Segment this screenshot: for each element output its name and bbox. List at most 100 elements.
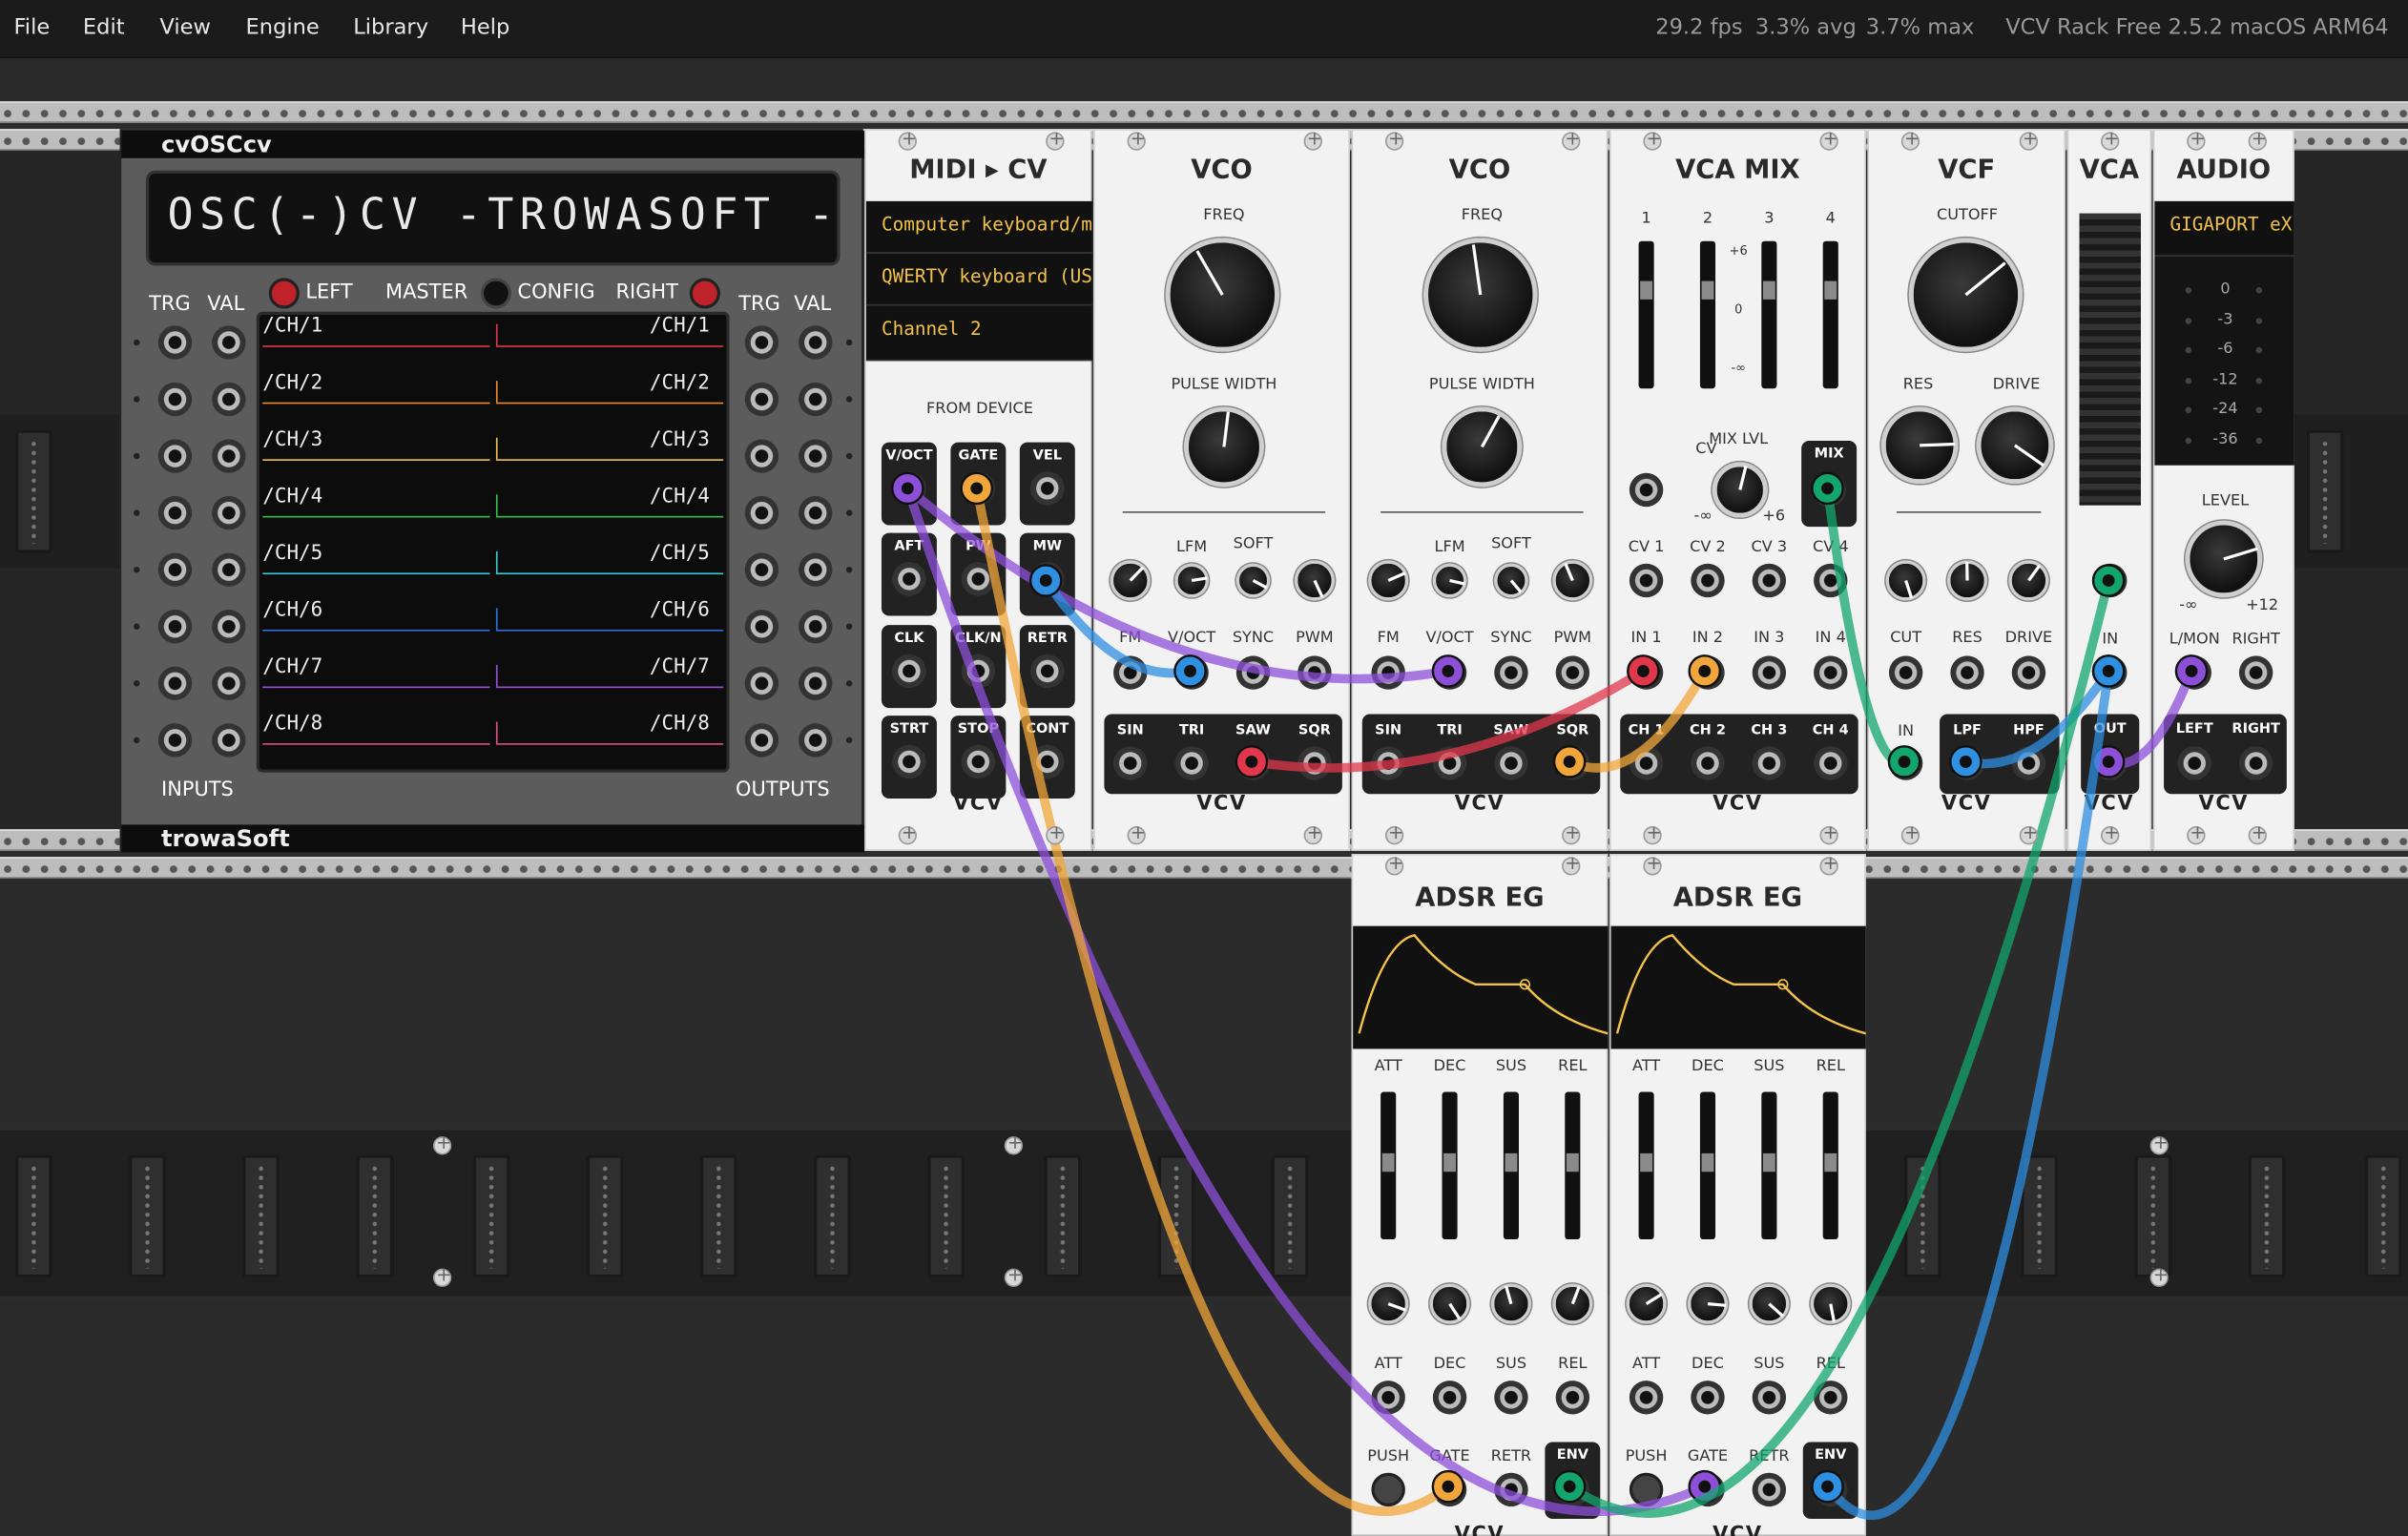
midi-device-select[interactable]: QWERTY keyboard (US (865, 253, 1092, 306)
module-vcf[interactable]: VCF CUTOFF RES DRIVE CUT RES DRIVE IN LPF HPF… (1867, 129, 2066, 851)
adsr2-gate-jack[interactable] (1691, 1472, 1725, 1507)
vcf-in-jack[interactable] (1888, 746, 1923, 780)
midi-vel-jack[interactable] (1030, 471, 1065, 506)
adsr2-sus-cv-jack[interactable] (1752, 1380, 1787, 1415)
vcamix-mix-jack[interactable] (1812, 472, 1846, 508)
vcamix-in-4-jack[interactable] (1814, 655, 1848, 690)
osc-val-input-jack[interactable] (212, 552, 246, 587)
vco1-saw-jack[interactable] (1235, 746, 1271, 780)
osc-right-channel-label[interactable]: /CH/7 (650, 655, 710, 678)
osc-right-channel-label[interactable]: /CH/5 (650, 542, 710, 565)
vcf-drive-knob[interactable] (1976, 406, 2054, 485)
osc-right-channel-label[interactable]: /CH/4 (650, 486, 710, 509)
osc-val-output-jack[interactable] (799, 382, 833, 417)
adsr1-dec-slider[interactable] (1442, 1091, 1458, 1240)
vco2-sync-jack[interactable] (1494, 655, 1528, 690)
module-vca[interactable]: VCA IN OUT VCV (2066, 129, 2152, 851)
adsr2-retr-jack[interactable] (1752, 1472, 1787, 1507)
module-vca-mix[interactable]: VCA MIX CV MIX LVL -∞ +6 MIX 1 2 3 4 +6 0 -∞ CV… (1609, 129, 1866, 851)
menu-engine[interactable]: Engine (246, 15, 320, 40)
vcf-res-cv-jack[interactable] (1950, 655, 1984, 690)
adsr1-dec-attenuator-knob[interactable] (1429, 1283, 1470, 1324)
vcf-drive-cv-jack[interactable] (2011, 655, 2046, 690)
osc-left-channel-label[interactable]: /CH/6 (262, 599, 322, 622)
vco2-freq-knob[interactable] (1423, 238, 1538, 352)
osc-val-output-jack[interactable] (799, 723, 833, 758)
audio-level-knob[interactable] (2185, 520, 2263, 598)
adsr1-dec-cv-jack[interactable] (1432, 1380, 1467, 1415)
menu-help[interactable]: Help (461, 15, 509, 40)
adsr1-rel-attenuator-knob[interactable] (1552, 1283, 1593, 1324)
osc-val-output-jack[interactable] (799, 439, 833, 473)
osc-left-channel-label[interactable]: /CH/2 (262, 372, 322, 395)
audio-lmon-jack[interactable] (2177, 655, 2211, 690)
menu-view[interactable]: View (159, 15, 210, 40)
adsr2-dec-cv-jack[interactable] (1691, 1380, 1725, 1415)
vcamix-cv-3-jack[interactable] (1752, 563, 1787, 598)
vcf-hpf-jack[interactable] (2011, 746, 2046, 780)
menu-library[interactable]: Library (353, 15, 428, 40)
osc-trg-input-jack[interactable] (157, 325, 193, 360)
vco2-sqr-jack[interactable] (1555, 746, 1590, 780)
midi-cont-jack[interactable] (1030, 744, 1065, 779)
adsr1-sus-cv-jack[interactable] (1494, 1380, 1528, 1415)
midi-stop-jack[interactable] (961, 744, 996, 779)
osc-right-channel-label[interactable]: /CH/2 (650, 372, 710, 395)
midi-clk-jack[interactable] (892, 654, 926, 689)
adsr2-sus-slider[interactable] (1761, 1091, 1777, 1240)
vco1-lfm-switch[interactable] (1174, 563, 1209, 598)
vcf-cv-knob[interactable] (1885, 560, 1926, 601)
osc-val-output-jack[interactable] (799, 552, 833, 587)
adsr2-dec-slider[interactable] (1699, 1091, 1716, 1240)
module-adsr-1[interactable]: ADSR EG ATT DEC SUS REL ATT DEC SUS REL PUSH GATE… (1351, 853, 1609, 1536)
midi-retr-jack[interactable] (1030, 654, 1065, 689)
adsr1-att-attenuator-knob[interactable] (1368, 1283, 1409, 1324)
osc-val-input-jack[interactable] (212, 666, 246, 701)
vcamix-in-3-jack[interactable] (1752, 655, 1787, 690)
midi-aft-jack[interactable] (892, 562, 926, 596)
osc-trg-input-jack[interactable] (157, 666, 193, 701)
vco2-pw-cv-knob[interactable] (1552, 560, 1593, 601)
osc-val-input-jack[interactable] (212, 610, 246, 644)
osc-left-channel-label[interactable]: /CH/5 (262, 542, 322, 565)
adsr1-gate-jack[interactable] (1432, 1472, 1467, 1507)
vco2-sin-jack[interactable] (1371, 746, 1405, 780)
vco2-lfm-knob[interactable] (1368, 560, 1409, 601)
vco1-pwm-jack[interactable] (1297, 655, 1332, 690)
vco2-soft-switch[interactable] (1494, 563, 1528, 598)
vcamix-channel-1-slider[interactable] (1638, 240, 1654, 389)
vco2-lfm-switch[interactable] (1432, 563, 1467, 598)
vcamix-channel-4-slider[interactable] (1822, 240, 1838, 389)
osc-left-button[interactable] (268, 278, 300, 309)
osc-val-input-jack[interactable] (212, 325, 246, 360)
osc-left-channel-label[interactable]: /CH/3 (262, 428, 322, 451)
midi-mw-jack[interactable] (1030, 562, 1065, 596)
osc-left-channel-label[interactable]: /CH/7 (262, 655, 322, 678)
adsr2-att-cv-jack[interactable] (1629, 1380, 1664, 1415)
adsr2-rel-cv-jack[interactable] (1814, 1380, 1848, 1415)
adsr2-push-button[interactable] (1629, 1472, 1664, 1507)
adsr1-rel-slider[interactable] (1565, 1091, 1581, 1240)
module-vco-2[interactable]: VCO FREQ PULSE WIDTH LFM SOFT FM V/OCT SYN… (1351, 129, 1609, 851)
audio-right-in-jack[interactable] (2238, 655, 2273, 690)
osc-trg-input-jack[interactable] (157, 723, 193, 758)
vco2-tri-jack[interactable] (1432, 746, 1467, 780)
vco1-lfm-knob[interactable] (1110, 560, 1151, 601)
adsr1-push-button[interactable] (1371, 1472, 1405, 1507)
midi-pw-jack[interactable] (961, 562, 996, 596)
vco1-sin-jack[interactable] (1113, 746, 1148, 780)
menu-edit[interactable]: Edit (83, 15, 125, 40)
osc-trg-input-jack[interactable] (157, 382, 193, 417)
vco1-soft-switch[interactable] (1235, 563, 1271, 598)
osc-trg-output-jack[interactable] (744, 382, 779, 417)
osc-trg-output-jack[interactable] (744, 325, 779, 360)
adsr1-att-slider[interactable] (1380, 1091, 1397, 1240)
vco1-sync-jack[interactable] (1235, 655, 1271, 690)
osc-val-input-jack[interactable] (212, 723, 246, 758)
osc-right-channel-label[interactable]: /CH/8 (650, 713, 710, 736)
vco2-v-oct-jack[interactable] (1432, 655, 1467, 690)
vco1-tri-jack[interactable] (1174, 746, 1209, 780)
midi-channel-select[interactable]: Channel 2 (865, 305, 1092, 362)
adsr1-sus-attenuator-knob[interactable] (1491, 1283, 1531, 1324)
vco2-pwm-jack[interactable] (1555, 655, 1590, 690)
